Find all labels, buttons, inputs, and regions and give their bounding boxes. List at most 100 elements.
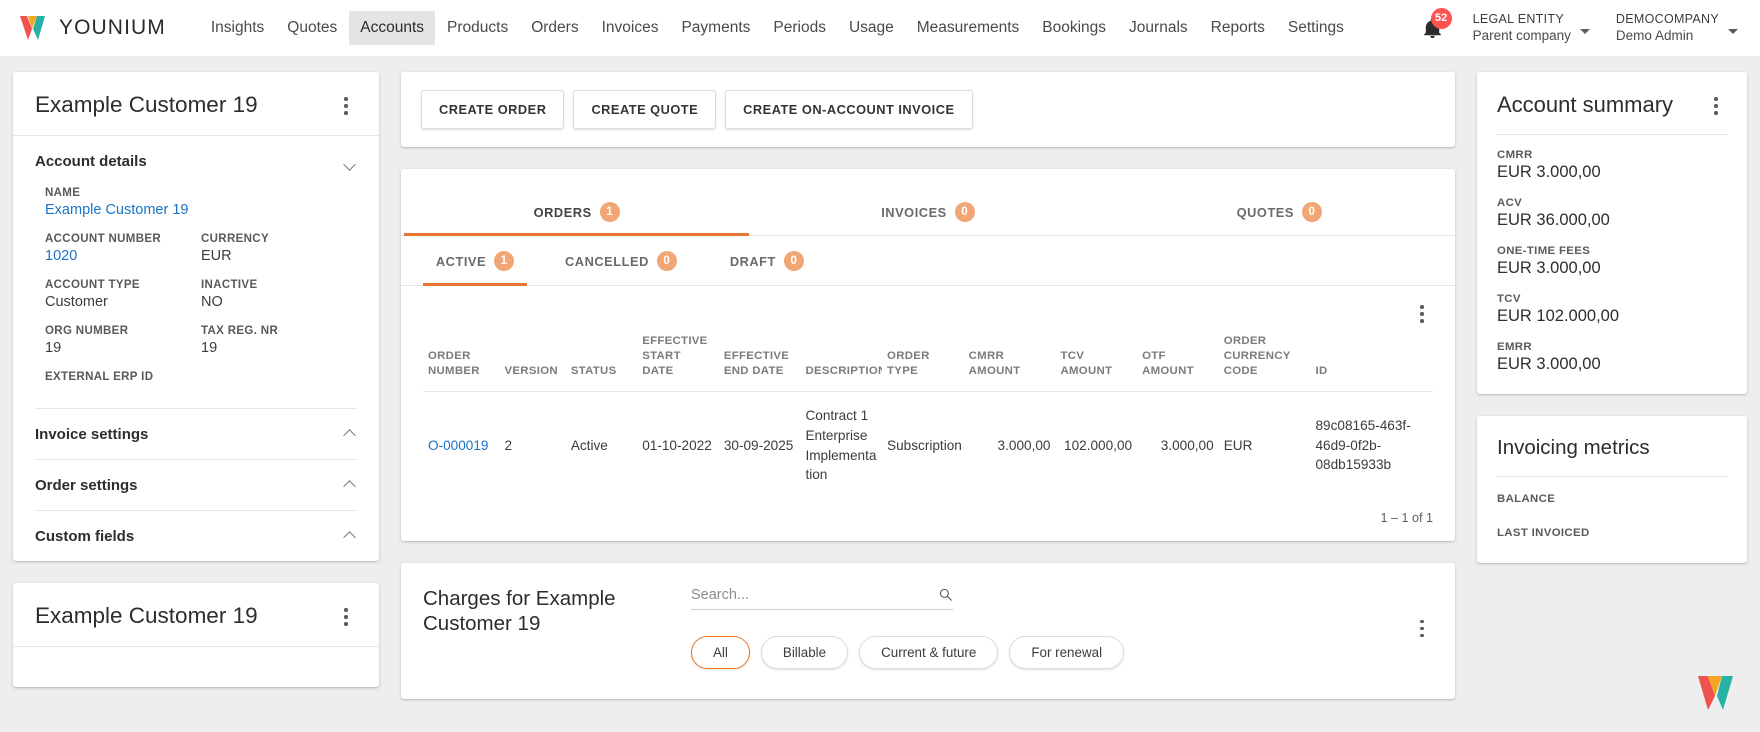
company-user-selector[interactable]: DEMOCOMPANY Demo Admin [1616,11,1738,44]
nav-item-accounts[interactable]: Accounts [349,11,436,45]
nav-item-bookings[interactable]: Bookings [1031,11,1117,45]
orders-card: ORDERS 1 INVOICES 0 QUOTES 0 ACTIVE 1 CA… [401,169,1455,541]
legal-entity-selector[interactable]: LEGAL ENTITY Parent company [1473,11,1590,44]
col-order-currency-code[interactable]: ORDER CURRENCY CODE [1219,328,1311,392]
account-details-card: Example Customer 19 Account details NAME… [13,72,379,562]
section-account-details[interactable]: Account details [35,136,357,186]
younium-help-fab-icon[interactable] [1692,668,1738,714]
nav-item-list: Insights Quotes Accounts Products Orders… [200,11,1355,45]
sub-tab-bar: ACTIVE 1 CANCELLED 0 DRAFT 0 [401,236,1455,286]
section-invoice-settings[interactable]: Invoice settings [35,409,357,459]
legal-entity-value: Parent company [1472,28,1571,44]
account-summary-card: Account summary CMRR EUR 3.000,00 ACV EU… [1477,72,1747,394]
account-summary-header: Account summary [1477,72,1747,118]
col-effective-start-date[interactable]: EFFECTIVE START DATE [637,328,719,392]
search-icon[interactable] [938,587,953,602]
col-description[interactable]: DESCRIPTION [800,328,882,392]
account-card-menu-icon[interactable] [335,92,357,118]
subtab-cancelled[interactable]: CANCELLED 0 [565,236,677,285]
pagination-info: 1 – 1 of 1 [1380,510,1433,525]
create-on-account-invoice-button[interactable]: CREATE ON-ACCOUNT INVOICE [725,90,973,129]
secondary-card-header: Example Customer 19 [13,583,379,646]
tab-quotes[interactable]: QUOTES 0 [1104,191,1455,235]
charges-menu-icon[interactable] [1411,615,1433,638]
orders-table-wrap: ORDER NUMBER VERSION STATUS EFFECTIVE ST… [401,328,1455,499]
nav-item-measurements[interactable]: Measurements [906,11,1031,45]
field-account-type: ACCOUNT TYPE Customer [45,279,201,310]
cell-order-number[interactable]: O-000019 [423,391,500,499]
cell-cmrr-amount: 3.000,00 [963,391,1056,499]
left-column: Example Customer 19 Account details NAME… [13,72,379,732]
field-value[interactable]: Example Customer 19 [45,202,357,218]
metric-label-last-invoiced: LAST INVOICED [1497,527,1590,539]
nav-item-usage[interactable]: Usage [838,11,905,45]
summary-label: CMRR [1497,149,1533,161]
nav-item-products[interactable]: Products [436,11,519,45]
company-user-value: Demo Admin [1615,28,1694,44]
filter-chip-for-renewal[interactable]: For renewal [1009,635,1125,669]
nav-item-quotes[interactable]: Quotes [276,11,348,45]
cell-effective-end-date: 30-09-2025 [718,391,801,499]
col-version[interactable]: VERSION [500,328,566,392]
section-custom-fields[interactable]: Custom fields [35,511,357,561]
field-label: ACCOUNT TYPE [45,279,140,292]
order-number-link[interactable]: O-000019 [428,438,488,453]
filter-chip-billable[interactable]: Billable [760,635,849,669]
summary-item-one-time-fees: ONE-TIME FEES EUR 3.000,00 [1497,245,1727,278]
nav-item-payments[interactable]: Payments [670,11,761,45]
field-tax-reg-nr: TAX REG. NR 19 [201,325,357,356]
section-label: Invoice settings [35,426,149,444]
col-otf-amount[interactable]: OTF AMOUNT [1137,328,1219,392]
summary-item-emrr: EMRR EUR 3.000,00 [1497,341,1727,374]
chevron-down-icon [1728,28,1738,34]
charges-search-row [691,586,953,610]
col-tcv-amount[interactable]: TCV AMOUNT [1055,328,1137,392]
subtab-draft[interactable]: DRAFT 0 [715,236,819,285]
nav-item-insights[interactable]: Insights [200,11,275,45]
notifications-button[interactable]: 52 [1421,7,1452,43]
create-quote-button[interactable]: CREATE QUOTE [573,90,717,129]
col-effective-end-date[interactable]: EFFECTIVE END DATE [719,328,801,392]
right-column: Account summary CMRR EUR 3.000,00 ACV EU… [1477,72,1747,732]
nav-item-reports[interactable]: Reports [1200,11,1276,45]
field-label: CURRENCY [201,233,269,246]
app-logo[interactable]: YOUNIUM [18,13,166,43]
col-status[interactable]: STATUS [566,328,637,392]
charges-controls: All Billable Current & future For renewa… [673,586,1397,669]
col-cmrr-amount[interactable]: CMRR AMOUNT [964,328,1056,392]
col-order-type[interactable]: ORDER TYPE [882,328,964,392]
summary-label: EMRR [1497,341,1532,353]
tab-count-badge: 0 [954,202,975,222]
section-order-settings[interactable]: Order settings [35,460,357,510]
secondary-card-menu-icon[interactable] [335,603,357,629]
filter-chip-current-future[interactable]: Current & future [859,635,999,669]
search-input[interactable] [691,586,938,603]
field-label: TAX REG. NR [201,325,279,338]
subtab-label: ACTIVE [435,253,487,269]
filter-chip-all[interactable]: All [691,635,750,669]
invoicing-metrics-card: Invoicing metrics BALANCE LAST INVOICED [1477,416,1747,563]
section-label: Order settings [35,477,138,495]
table-options-menu-icon[interactable] [1411,300,1433,326]
nav-item-invoices[interactable]: Invoices [591,11,670,45]
summary-item-acv: ACV EUR 36.000,00 [1497,197,1727,230]
secondary-card-title: Example Customer 19 [35,603,258,629]
cell-status: Active [565,391,638,499]
tab-orders[interactable]: ORDERS 1 [401,191,752,236]
tab-label: ORDERS [533,204,592,220]
col-id[interactable]: ID [1311,328,1434,392]
field-value[interactable]: 1020 [45,248,201,264]
company-label: DEMOCOMPANY [1615,12,1719,27]
summary-label: TCV [1497,293,1521,305]
nav-item-periods[interactable]: Periods [762,11,837,45]
col-order-number[interactable]: ORDER NUMBER [423,328,500,392]
subtab-label: CANCELLED [565,253,649,269]
nav-item-settings[interactable]: Settings [1277,11,1355,45]
table-row[interactable]: O-000019 2 Active 01-10-2022 30-09-2025 … [423,391,1433,499]
tab-invoices[interactable]: INVOICES 0 [752,191,1103,235]
create-order-button[interactable]: CREATE ORDER [421,90,565,129]
subtab-active[interactable]: ACTIVE 1 [423,236,527,286]
nav-item-journals[interactable]: Journals [1118,11,1199,45]
nav-item-orders[interactable]: Orders [520,11,589,45]
account-summary-menu-icon[interactable] [1705,92,1727,118]
